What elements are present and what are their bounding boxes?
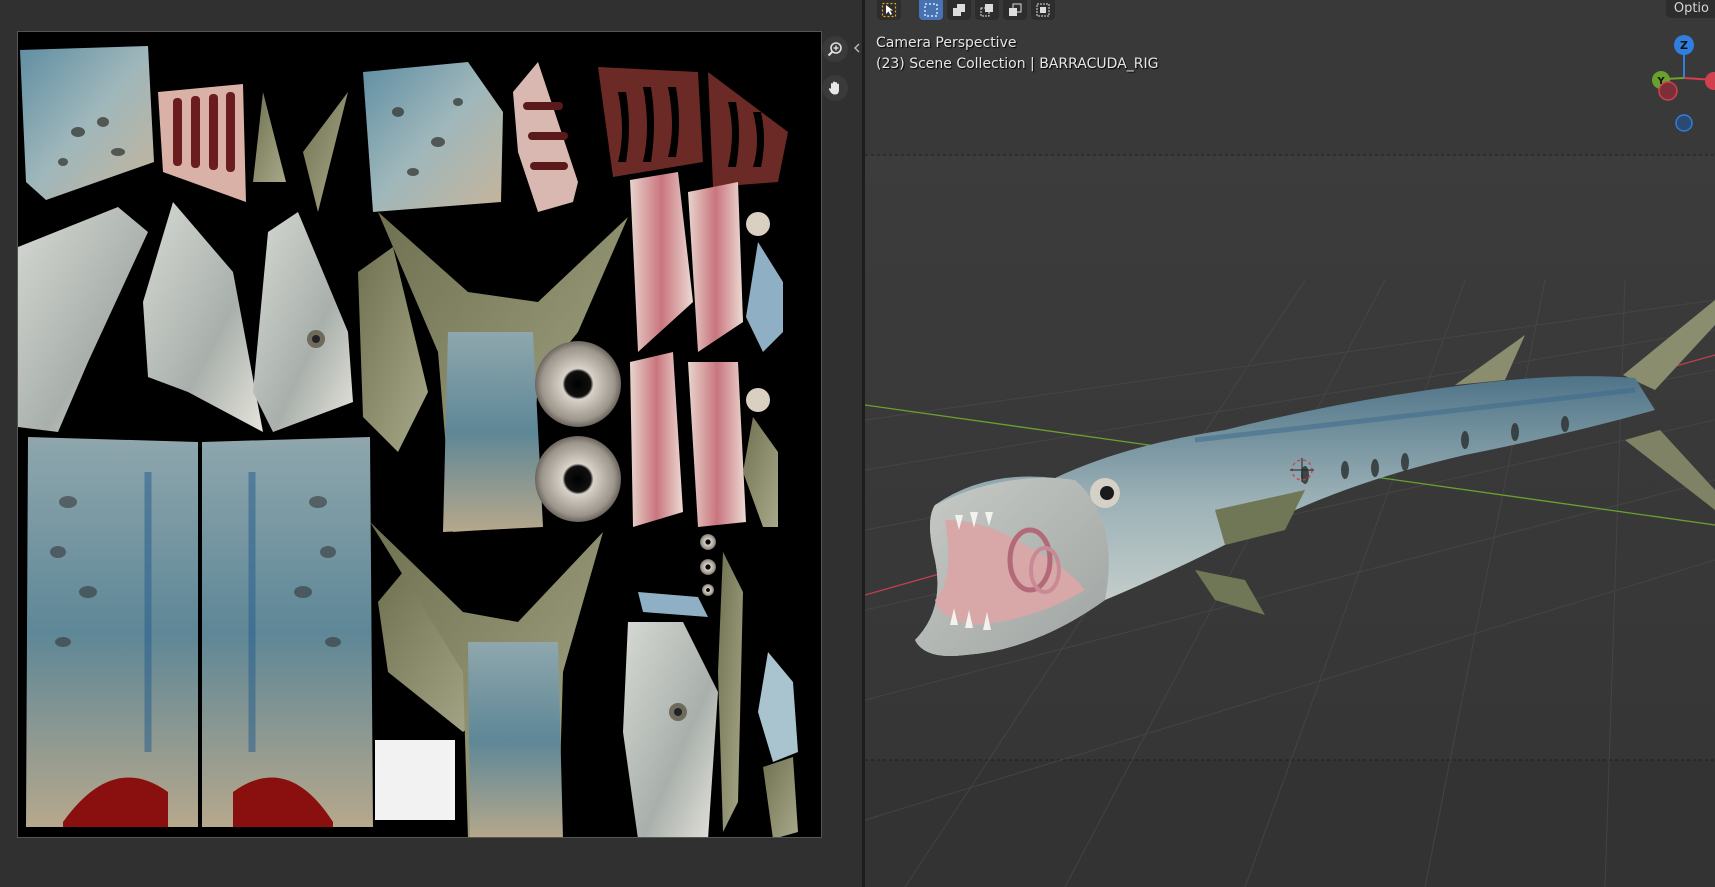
select-intersect-mode-button[interactable]: [1031, 0, 1055, 20]
gizmo-x-axis[interactable]: [1705, 72, 1715, 90]
collection-info-label: (23) Scene Collection | BARRACUDA_RIG: [876, 56, 1159, 72]
uv-texture-image[interactable]: [17, 31, 822, 838]
viewport-info-overlay: Camera Perspective (23) Scene Collection…: [876, 33, 1158, 75]
viewport-options-button[interactable]: Optio: [1665, 0, 1715, 18]
uv-texture-islands: [18, 46, 798, 837]
cursor-select-icon: [881, 2, 897, 18]
selection-mode-toolbar: [877, 0, 1055, 20]
select-new-icon: [924, 3, 938, 17]
select-difference-icon: [1009, 3, 1022, 16]
select-subtract-mode-button[interactable]: [975, 0, 999, 20]
gizmo-z-label: Z: [1680, 39, 1688, 52]
view-name-label: Camera Perspective: [876, 35, 1017, 51]
zoom-in-icon: [827, 42, 842, 57]
uv-zoom-button[interactable]: [822, 36, 848, 62]
3d-viewport[interactable]: Optio Camera Perspective (23) Scene Coll…: [865, 0, 1715, 887]
select-new-mode-button[interactable]: [919, 0, 943, 20]
select-difference-mode-button[interactable]: [1003, 0, 1027, 20]
uv-pan-button[interactable]: [822, 75, 848, 101]
select-extend-mode-button[interactable]: [947, 0, 971, 20]
uv-editor-area[interactable]: [0, 0, 862, 887]
navigation-gizmo[interactable]: Z Y: [1650, 26, 1715, 136]
select-subtract-icon: [980, 4, 993, 17]
blender-window: Optio Camera Perspective (23) Scene Coll…: [0, 0, 1715, 887]
select-extend-icon: [953, 4, 965, 16]
select-intersect-icon: [1036, 3, 1050, 17]
select-tool-button[interactable]: [877, 0, 901, 20]
viewport-scene: [865, 0, 1715, 887]
gizmo-neg-z-axis[interactable]: [1675, 114, 1693, 132]
hand-pan-icon: [828, 81, 839, 95]
gizmo-neg-x-axis[interactable]: [1658, 81, 1678, 101]
